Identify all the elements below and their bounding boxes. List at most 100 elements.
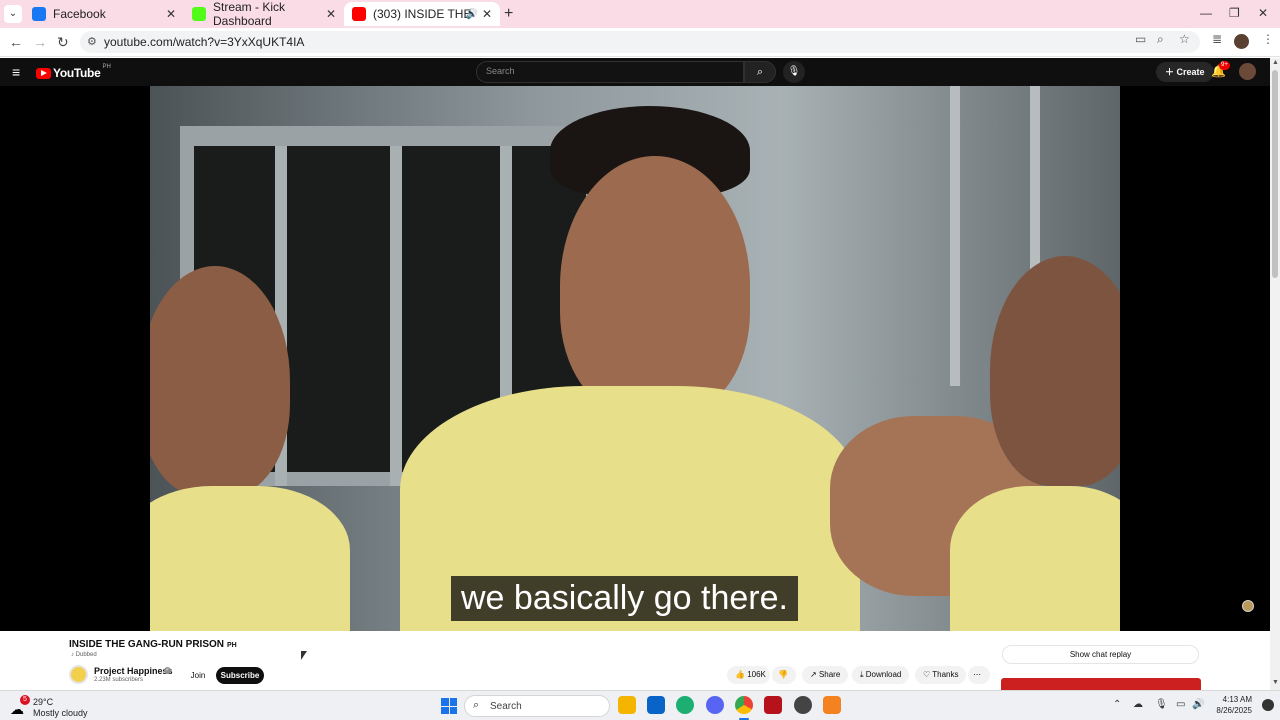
windows-start-icon[interactable]: [441, 698, 457, 714]
discord-icon[interactable]: [706, 696, 724, 714]
microphone-icon[interactable]: 🎙: [1155, 699, 1168, 710]
channel-name[interactable]: Project Happiness: [94, 666, 173, 676]
install-app-icon[interactable]: ▭: [1135, 32, 1146, 46]
video-frame[interactable]: [150, 86, 1120, 631]
onedrive-icon[interactable]: ☁: [1133, 699, 1143, 710]
temperature: 29°C: [33, 697, 54, 707]
zoom-icon[interactable]: ⌕: [1157, 32, 1164, 47]
mouse-cursor-icon: [301, 651, 307, 660]
restore-icon[interactable]: ❐: [1229, 6, 1240, 20]
file-explorer-icon[interactable]: [618, 696, 636, 714]
microphone-icon[interactable]: 🎙: [783, 61, 805, 83]
url-text[interactable]: youtube.com/watch?v=3YxXqUKT4IA: [104, 35, 304, 49]
dubbed-label: Dubbed: [75, 652, 97, 658]
thumbs-down-icon: 👎: [778, 670, 788, 679]
video-player[interactable]: [0, 86, 1270, 631]
system-clock[interactable]: 4:13 AM 8/26/2025: [1212, 694, 1252, 716]
taskbar-search[interactable]: ⌕ Search: [464, 695, 610, 717]
tab-kick-dashboard[interactable]: Stream - Kick Dashboard ✕: [184, 0, 344, 28]
search-input[interactable]: Search: [476, 61, 744, 83]
tray-chevron-icon[interactable]: ⌃: [1113, 699, 1121, 710]
video-info: INSIDE THE GANG-RUN PRISON PH ♪ Dubbed Pr…: [0, 631, 1270, 690]
tab-search-chevron-icon[interactable]: ⌄: [4, 5, 22, 23]
video-shirt: [950, 486, 1120, 631]
create-label: Create: [1176, 67, 1205, 77]
notification-badge: 9+: [1219, 61, 1230, 70]
thanks-label: Thanks: [932, 670, 959, 679]
youtube-logo[interactable]: YouTube PH: [36, 64, 111, 80]
channel-watermark-icon[interactable]: [1242, 600, 1254, 612]
video-caption: we basically go there.: [451, 576, 798, 621]
thumbs-up-icon: 👍: [735, 670, 745, 679]
forward-icon[interactable]: →: [33, 34, 47, 50]
scroll-down-icon[interactable]: ▼: [1272, 679, 1279, 686]
kick-icon: [192, 7, 206, 21]
like-button[interactable]: 👍 106K: [727, 666, 770, 684]
hamburger-menu-icon[interactable]: ≡: [12, 64, 20, 80]
tab-facebook[interactable]: Facebook ✕: [24, 2, 184, 26]
thanks-button[interactable]: ♡ Thanks: [915, 666, 967, 684]
download-button[interactable]: ⤓ Download: [852, 666, 910, 684]
account-avatar[interactable]: [1239, 63, 1256, 80]
window-close-icon[interactable]: ✕: [1258, 6, 1268, 20]
outlook-icon[interactable]: [647, 696, 665, 714]
edge-icon[interactable]: [676, 696, 694, 714]
scroll-up-icon[interactable]: ▲: [1272, 59, 1279, 66]
download-label: Download: [865, 670, 902, 679]
tab-strip: ⌄ Facebook ✕ Stream - Kick Dashboard ✕ (…: [0, 0, 1280, 28]
subscriber-count: 2.23M subscribers: [94, 677, 144, 683]
close-tab-icon[interactable]: ✕: [166, 7, 176, 21]
subscribe-button[interactable]: Subscribe: [216, 667, 264, 684]
weather-badge: 5: [20, 695, 30, 705]
recommended-thumbnail[interactable]: [1001, 678, 1201, 690]
facebook-icon: [32, 7, 46, 21]
back-icon[interactable]: ←: [9, 34, 23, 50]
youtube-play-icon: [36, 67, 51, 79]
reload-icon[interactable]: ↻: [57, 34, 69, 51]
page-scrollbar[interactable]: ▲ ▼: [1270, 58, 1280, 690]
video-person-left: [150, 266, 290, 496]
media-controls-icon[interactable]: ≣: [1212, 32, 1222, 46]
video-shirt: [150, 486, 350, 631]
tab-title: Stream - Kick Dashboard: [213, 0, 286, 28]
minimize-icon[interactable]: —: [1200, 6, 1212, 20]
scrollbar-thumb[interactable]: [1272, 70, 1278, 278]
site-settings-icon[interactable]: ⚙: [87, 35, 97, 48]
obs-icon[interactable]: [794, 696, 812, 714]
notification-center-icon[interactable]: [1262, 699, 1274, 711]
video-bar: [950, 86, 960, 386]
thanks-icon: ♡: [923, 670, 931, 679]
dislike-button[interactable]: 👎: [772, 666, 796, 684]
dubbed-badge: ♪ Dubbed: [71, 652, 97, 658]
omnibox[interactable]: ⚙ youtube.com/watch?v=3YxXqUKT4IA: [80, 31, 1200, 53]
close-tab-icon[interactable]: ✕: [326, 7, 336, 21]
share-icon: ↗: [810, 670, 817, 679]
app-icon[interactable]: [823, 696, 841, 714]
clock-time: 4:13 AM: [1222, 695, 1252, 704]
verified-check-icon: ✓: [164, 667, 171, 674]
windows-taskbar: ☁ 5 29°C Mostly cloudy ⌕ Search ⌃ ☁ 🎙 ▭ …: [0, 690, 1280, 720]
share-button[interactable]: ↗ Share: [802, 666, 849, 684]
youtube-icon: [352, 7, 366, 21]
speaker-icon[interactable]: 🔊: [466, 9, 478, 20]
volume-icon[interactable]: 🔊: [1192, 699, 1204, 710]
address-bar-row: ← → ↻ ⚙ youtube.com/watch?v=3YxXqUKT4IA …: [0, 28, 1280, 57]
tab-youtube-video[interactable]: (303) INSIDE THE GANG-RU 🔊 ✕: [344, 2, 500, 26]
join-button[interactable]: Join: [181, 667, 215, 684]
search-icon: ⌕: [473, 699, 480, 711]
network-icon[interactable]: ▭: [1176, 699, 1185, 710]
profile-avatar[interactable]: [1234, 34, 1249, 49]
new-tab-icon[interactable]: +: [504, 5, 513, 23]
browser-menu-icon[interactable]: ⋮: [1262, 32, 1274, 46]
video-person-center: [560, 156, 750, 416]
search-icon[interactable]: ⌕: [744, 61, 776, 83]
close-tab-icon[interactable]: ✕: [482, 7, 492, 21]
channel-avatar[interactable]: [69, 665, 88, 684]
video-bar: [390, 146, 402, 486]
chrome-icon[interactable]: [735, 696, 753, 714]
app-icon[interactable]: [764, 696, 782, 714]
bookmark-star-icon[interactable]: ☆: [1179, 32, 1190, 46]
create-button[interactable]: ＋ Create: [1156, 62, 1214, 82]
more-actions-icon[interactable]: ⋯: [968, 666, 990, 684]
show-chat-replay-button[interactable]: Show chat replay: [1002, 645, 1199, 664]
